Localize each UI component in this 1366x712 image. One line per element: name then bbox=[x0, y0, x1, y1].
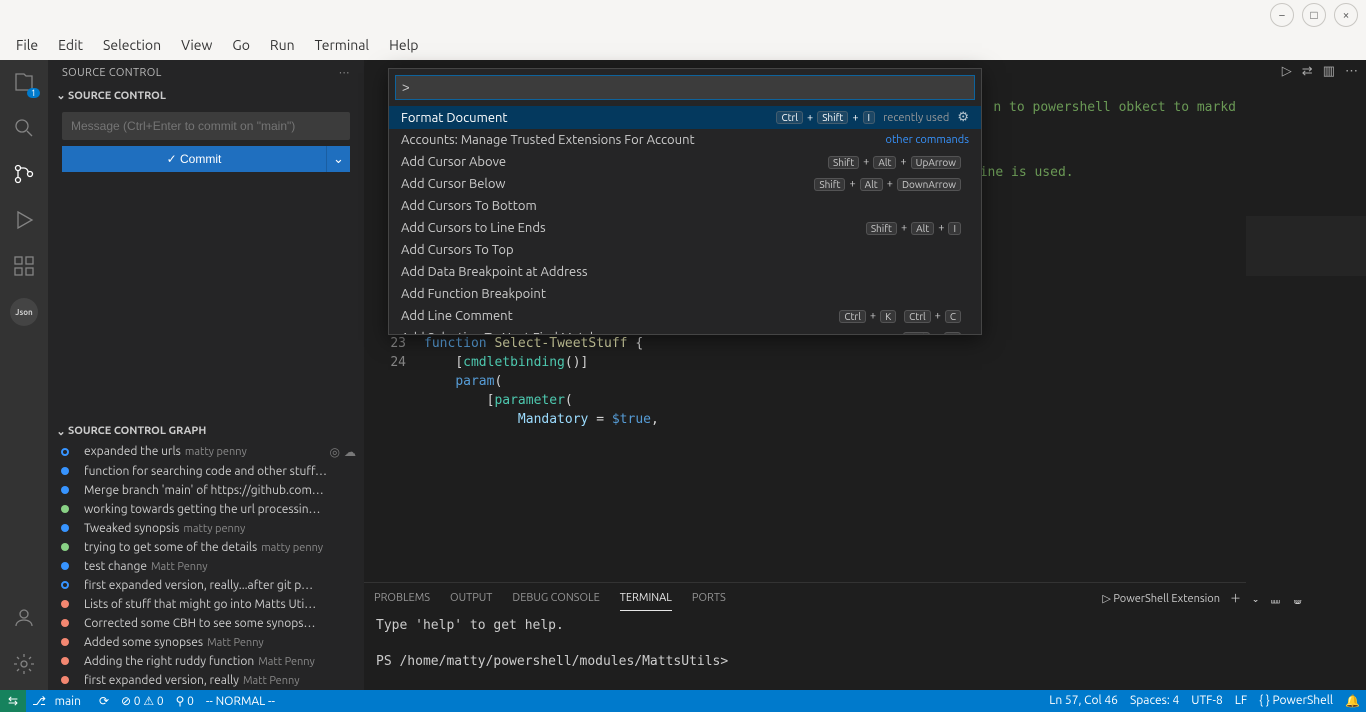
graph-commit-row[interactable]: function for searching code and other st… bbox=[48, 462, 364, 481]
palette-item[interactable]: Add Cursors to Line EndsShift+Alt+I bbox=[389, 217, 981, 239]
sidebar-title-label: SOURCE CONTROL bbox=[62, 67, 162, 79]
code-comment-tail: n to powershell obkect to markd bbox=[993, 106, 1236, 117]
menubar: File Edit Selection View Go Run Terminal… bbox=[0, 30, 1366, 60]
run-icon[interactable]: ▷ bbox=[1282, 64, 1292, 79]
eol-status[interactable]: LF bbox=[1229, 694, 1253, 708]
run-debug-icon[interactable] bbox=[10, 206, 38, 234]
menu-help[interactable]: Help bbox=[379, 33, 428, 57]
palette-item[interactable]: Accounts: Manage Trusted Extensions For … bbox=[389, 129, 981, 151]
graph-commit-row[interactable]: expanded the urlsmatty penny ◎☁ bbox=[48, 442, 364, 462]
graph-commit-row[interactable]: working towards getting the url processi… bbox=[48, 500, 364, 519]
split-editor-icon[interactable]: ▥ bbox=[1323, 64, 1335, 79]
vim-mode-status: -- NORMAL -- bbox=[200, 695, 281, 708]
graph-commit-row[interactable]: Added some synopsesMatt Penny bbox=[48, 633, 364, 652]
cloud-icon[interactable]: ☁ bbox=[344, 445, 356, 459]
window-titlebar: − □ × bbox=[0, 0, 1366, 30]
graph-commit-row[interactable]: first expanded version, really...after g… bbox=[48, 576, 364, 595]
menu-edit[interactable]: Edit bbox=[48, 33, 93, 57]
palette-item[interactable]: Format DocumentCtrl+Shift+Irecently used… bbox=[389, 106, 981, 129]
menu-view[interactable]: View bbox=[171, 33, 222, 57]
palette-item[interactable]: Add Cursors To Top bbox=[389, 239, 981, 261]
sidebar: SOURCE CONTROL ⋯ ⌄ SOURCE CONTROL ✓ Comm… bbox=[48, 60, 364, 690]
sidebar-title: SOURCE CONTROL ⋯ bbox=[48, 60, 364, 85]
command-palette: Format DocumentCtrl+Shift+Irecently used… bbox=[388, 68, 982, 335]
commit-dropdown[interactable]: ⌄ bbox=[326, 146, 350, 172]
graph-commit-row[interactable]: trying to get some of the detailsmatty p… bbox=[48, 538, 364, 557]
activity-bar: 1 Json bbox=[0, 60, 48, 690]
chevron-down-icon: ⌄ bbox=[54, 425, 68, 438]
palette-item[interactable]: Add Data Breakpoint at Address bbox=[389, 261, 981, 283]
menu-file[interactable]: File bbox=[6, 33, 48, 57]
encoding-status[interactable]: UTF-8 bbox=[1185, 694, 1228, 708]
sync-status[interactable]: ⟳ bbox=[93, 694, 115, 708]
terminal-new-icon[interactable]: ＋ bbox=[1230, 584, 1241, 612]
graph-commit-row[interactable]: first expanded version, reallyMatt Penny bbox=[48, 671, 364, 690]
graph-commit-row[interactable]: Corrected some CBH to see some synops… bbox=[48, 614, 364, 633]
gear-icon[interactable]: ⚙ bbox=[957, 110, 969, 125]
panel-tabs: PROBLEMS OUTPUT DEBUG CONSOLE TERMINAL PORTS… bbox=[364, 583, 1366, 613]
palette-item[interactable]: Add Line CommentCtrl+K Ctrl+C bbox=[389, 305, 981, 327]
indentation-status[interactable]: Spaces: 4 bbox=[1124, 694, 1185, 708]
panel-tab-problems[interactable]: PROBLEMS bbox=[374, 586, 430, 610]
palette-item[interactable]: Add Cursors To Bottom bbox=[389, 195, 981, 217]
bottom-panel: PROBLEMS OUTPUT DEBUG CONSOLE TERMINAL PORTS… bbox=[364, 582, 1366, 690]
accounts-icon[interactable] bbox=[10, 604, 38, 632]
palette-item[interactable]: Add Cursor AboveShift+Alt+UpArrow bbox=[389, 151, 981, 173]
palette-item[interactable]: Add Selection To Next Find MatchCtrl+D bbox=[389, 327, 981, 334]
graph-commit-row[interactable]: Adding the right ruddy functionMatt Penn… bbox=[48, 652, 364, 671]
minimap[interactable] bbox=[1246, 106, 1366, 600]
more-icon[interactable]: ⋯ bbox=[1345, 64, 1358, 79]
graph-commit-row[interactable]: test changeMatt Penny bbox=[48, 557, 364, 576]
command-palette-input[interactable] bbox=[395, 75, 975, 100]
sidebar-more-icon[interactable]: ⋯ bbox=[339, 66, 350, 79]
minimize-button[interactable]: − bbox=[1270, 3, 1294, 27]
graph-commit-row[interactable]: Tweaked synopsismatty penny bbox=[48, 519, 364, 538]
menu-go[interactable]: Go bbox=[222, 33, 259, 57]
cursor-position[interactable]: Ln 57, Col 46 bbox=[1043, 694, 1124, 708]
ports-status[interactable]: ⚲ 0 bbox=[170, 694, 200, 708]
panel-tab-debug-console[interactable]: DEBUG CONSOLE bbox=[512, 586, 599, 610]
search-icon[interactable] bbox=[10, 114, 38, 142]
scm-section-label: SOURCE CONTROL bbox=[68, 90, 166, 102]
history-icon[interactable]: ◎ bbox=[330, 445, 340, 459]
diff-icon[interactable]: ⇄ bbox=[1302, 64, 1313, 79]
palette-item[interactable]: Add Function Breakpoint bbox=[389, 283, 981, 305]
scm-graph-label: SOURCE CONTROL GRAPH bbox=[68, 425, 206, 437]
palette-item[interactable]: Add Cursor BelowShift+Alt+DownArrow bbox=[389, 173, 981, 195]
graph-commit-row[interactable]: Lists of stuff that might go into Matts … bbox=[48, 595, 364, 614]
panel-tab-terminal[interactable]: TERMINAL bbox=[620, 586, 672, 611]
explorer-icon[interactable]: 1 bbox=[10, 68, 38, 96]
notifications-icon[interactable]: 🔔 bbox=[1339, 694, 1366, 708]
panel-tab-ports[interactable]: PORTS bbox=[692, 586, 726, 610]
problems-status[interactable]: ⊘ 0 ⚠ 0 bbox=[115, 694, 170, 708]
graph-commit-row[interactable]: Merge branch 'main' of https://github.co… bbox=[48, 481, 364, 500]
menu-run[interactable]: Run bbox=[260, 33, 305, 57]
explorer-badge: 1 bbox=[27, 88, 40, 98]
terminal-profile[interactable]: ▷ PowerShell Extension bbox=[1102, 586, 1220, 611]
close-button[interactable]: × bbox=[1334, 3, 1358, 27]
commit-message-input[interactable] bbox=[62, 112, 350, 140]
scm-graph: expanded the urlsmatty penny ◎☁ function… bbox=[48, 442, 364, 691]
branch-status[interactable]: ⎇ main bbox=[26, 694, 93, 708]
extensions-icon[interactable] bbox=[10, 252, 38, 280]
chevron-down-icon: ⌄ bbox=[54, 89, 68, 102]
menu-selection[interactable]: Selection bbox=[93, 33, 171, 57]
commit-button[interactable]: ✓ Commit bbox=[62, 146, 326, 172]
settings-gear-icon[interactable] bbox=[10, 650, 38, 678]
scm-graph-header[interactable]: ⌄ SOURCE CONTROL GRAPH bbox=[48, 421, 364, 442]
json-icon[interactable]: Json bbox=[10, 298, 38, 326]
menu-terminal[interactable]: Terminal bbox=[305, 33, 380, 57]
source-control-icon[interactable] bbox=[10, 160, 38, 188]
language-status[interactable]: { } PowerShell bbox=[1253, 694, 1339, 708]
terminal-body[interactable]: Type 'help' to get help. PS /home/matty/… bbox=[364, 613, 1366, 690]
panel-tab-output[interactable]: OUTPUT bbox=[450, 586, 492, 610]
statusbar: ⇆ ⎇ main ⟳ ⊘ 0 ⚠ 0 ⚲ 0 -- NORMAL -- Ln 5… bbox=[0, 690, 1366, 712]
scm-section-header[interactable]: ⌄ SOURCE CONTROL bbox=[48, 85, 364, 106]
maximize-button[interactable]: □ bbox=[1302, 3, 1326, 27]
remote-button[interactable]: ⇆ bbox=[0, 690, 26, 712]
